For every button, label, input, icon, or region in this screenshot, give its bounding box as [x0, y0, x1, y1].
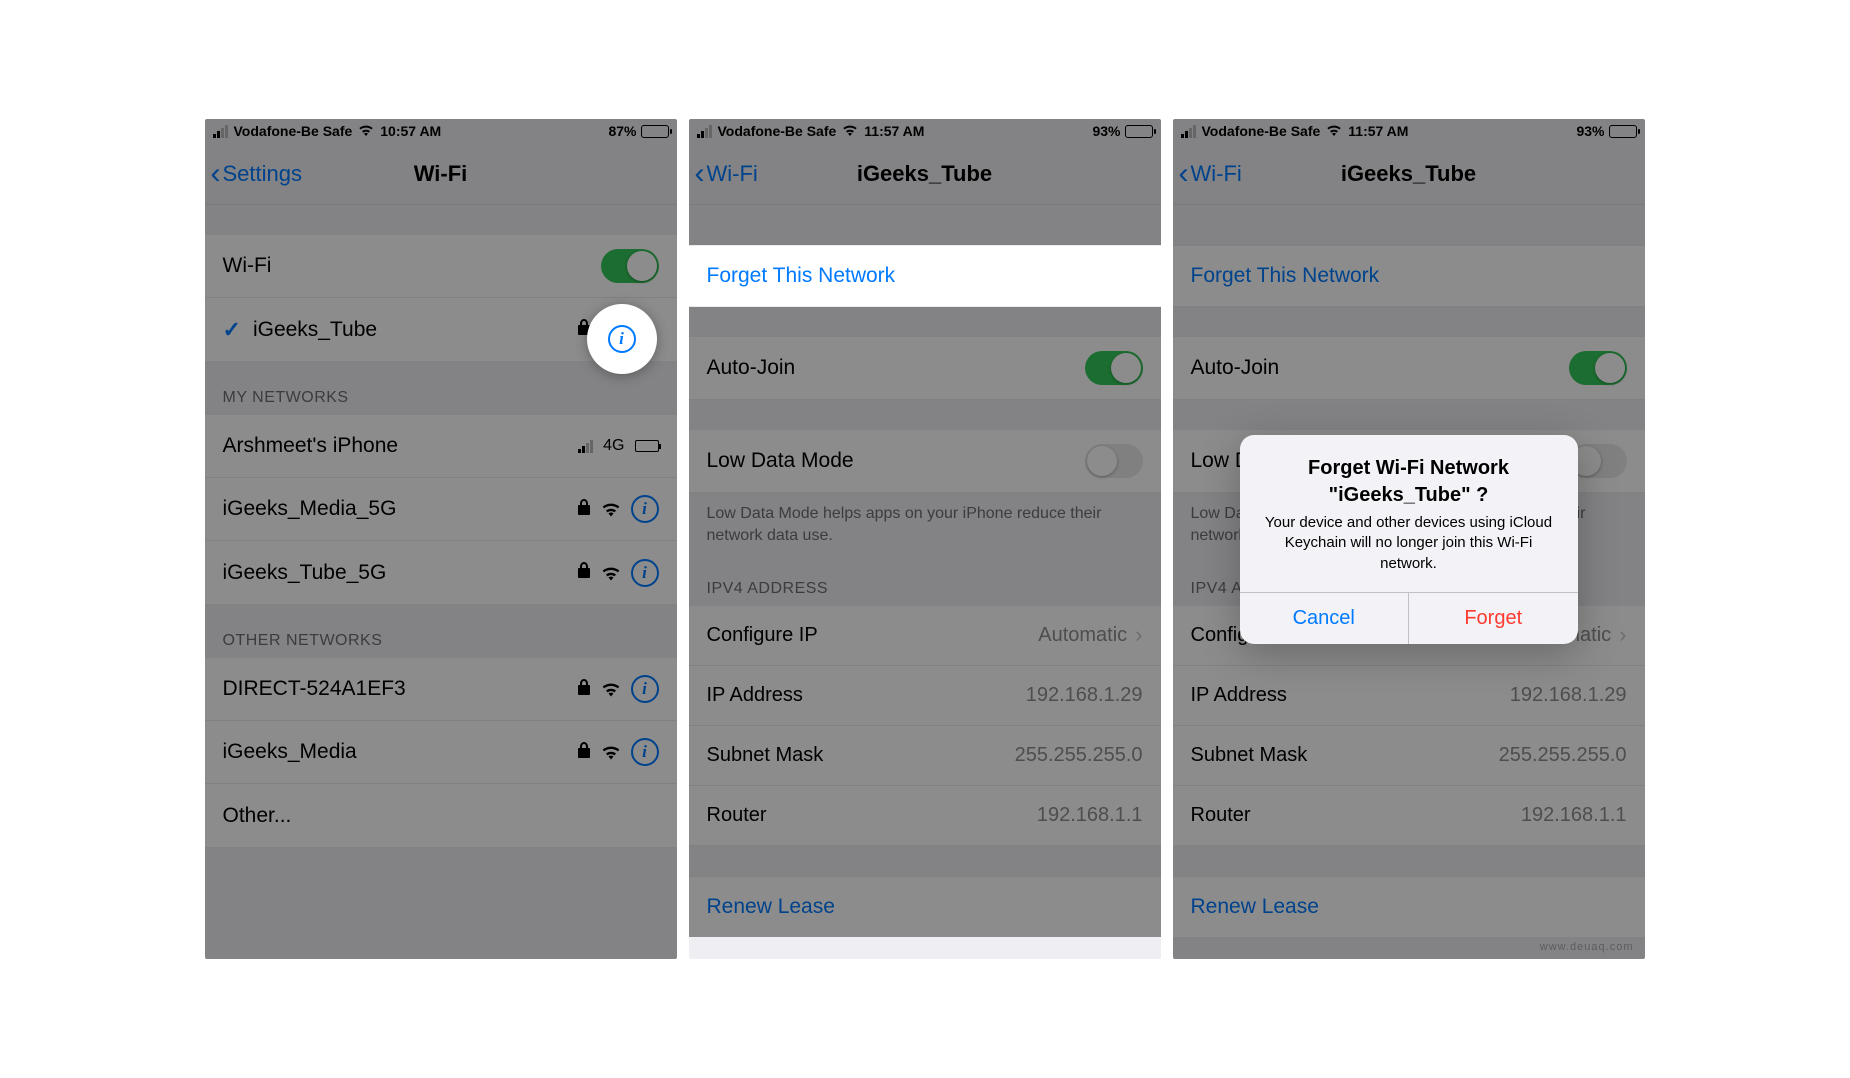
signal-icon	[1181, 125, 1196, 138]
auto-join-toggle[interactable]	[1569, 351, 1627, 385]
ip-address-row: IP Address 192.168.1.29	[1173, 666, 1645, 726]
wifi-icon	[601, 742, 621, 762]
network-row[interactable]: iGeeks_Tube_5G i	[205, 541, 677, 604]
forget-label: Forget This Network	[1191, 264, 1380, 287]
battery-icon	[1609, 125, 1637, 138]
battery-icon	[641, 125, 669, 138]
network-name: DIRECT-524A1EF3	[223, 677, 577, 701]
info-icon: i	[608, 325, 636, 353]
hotspot-battery-icon	[635, 440, 659, 452]
lock-icon	[577, 499, 591, 520]
watermark: www.deuaq.com	[1540, 941, 1634, 953]
nav-header: ‹ Wi-Fi iGeeks_Tube	[1173, 143, 1645, 205]
renew-label: Renew Lease	[1191, 895, 1319, 918]
forget-label: Forget This Network	[707, 264, 896, 287]
info-icon[interactable]: i	[631, 559, 659, 587]
row-value: 192.168.1.1	[1521, 804, 1627, 827]
lock-icon	[577, 679, 591, 700]
network-name: iGeeks_Tube_5G	[223, 561, 577, 585]
page-title: iGeeks_Tube	[1183, 161, 1635, 187]
screen-network-details: Vodafone-Be Safe 11:57 AM 93% ‹ Wi-Fi iG…	[689, 119, 1161, 959]
router-row: Router 192.168.1.1	[1173, 786, 1645, 846]
other-network-row[interactable]: Other...	[205, 784, 677, 847]
nav-header: ‹ Settings Wi-Fi	[205, 143, 677, 205]
back-button[interactable]: ‹ Wi-Fi	[1179, 159, 1242, 189]
status-bar: Vodafone-Be Safe 11:57 AM 93%	[1173, 119, 1645, 143]
time-label: 11:57 AM	[1348, 123, 1408, 139]
wifi-icon	[601, 679, 621, 699]
row-key: Subnet Mask	[1191, 744, 1499, 767]
auto-join-label: Auto-Join	[1191, 356, 1569, 380]
info-icon[interactable]: i	[631, 738, 659, 766]
info-button-highlight[interactable]: i	[587, 304, 657, 374]
signal-icon	[213, 125, 228, 138]
lock-icon	[577, 562, 591, 583]
wifi-toggle-row: Wi-Fi	[205, 235, 677, 298]
other-label: Other...	[223, 804, 659, 828]
alert-title: Forget Wi-Fi Network "iGeeks_Tube" ?	[1258, 455, 1560, 509]
wifi-icon	[601, 499, 621, 519]
checkmark-icon: ✓	[223, 317, 241, 343]
back-button[interactable]: ‹ Settings	[211, 159, 303, 189]
chevron-left-icon: ‹	[211, 159, 221, 189]
carrier-label: Vodafone-Be Safe	[234, 123, 353, 139]
wifi-status-icon	[358, 123, 374, 140]
subnet-mask-row: Subnet Mask 255.255.255.0	[1173, 726, 1645, 786]
chevron-right-icon: ›	[1619, 622, 1626, 648]
forget-button[interactable]: Forget	[1408, 593, 1578, 644]
screen-wifi-list: Vodafone-Be Safe 10:57 AM 87% ‹ Settings…	[205, 119, 677, 959]
row-value: 255.255.255.0	[1499, 744, 1627, 767]
network-row[interactable]: iGeeks_Media i	[205, 721, 677, 784]
forget-network-button[interactable]: Forget This Network	[689, 245, 1161, 307]
network-name: iGeeks_Media	[223, 740, 577, 764]
section-header-other-networks: OTHER NETWORKS	[205, 604, 677, 658]
chevron-left-icon: ‹	[1179, 159, 1189, 189]
wifi-label: Wi-Fi	[223, 254, 601, 278]
renew-lease-button[interactable]: Renew Lease	[1173, 876, 1645, 937]
network-name: iGeeks_Media_5G	[223, 497, 577, 521]
time-label: 10:57 AM	[380, 123, 441, 139]
row-key: IP Address	[1191, 684, 1510, 707]
screen-forget-confirm: Vodafone-Be Safe 11:57 AM 93% ‹ Wi-Fi iG…	[1173, 119, 1645, 959]
cellular-type: 4G	[603, 437, 624, 455]
auto-join-row: Auto-Join	[1173, 337, 1645, 400]
network-name: iGeeks_Tube	[253, 318, 577, 342]
network-row[interactable]: Arshmeet's iPhone 4G	[205, 415, 677, 478]
wifi-icon	[601, 563, 621, 583]
wifi-toggle[interactable]	[601, 249, 659, 283]
back-label: Settings	[223, 161, 303, 187]
signal-icon	[578, 440, 593, 453]
info-icon[interactable]: i	[631, 675, 659, 703]
network-name: Arshmeet's iPhone	[223, 434, 579, 458]
back-label: Wi-Fi	[1191, 161, 1242, 187]
row-value: 192.168.1.29	[1510, 684, 1627, 707]
forget-alert: Forget Wi-Fi Network "iGeeks_Tube" ? You…	[1240, 435, 1578, 644]
alert-message: Your device and other devices using iClo…	[1258, 513, 1560, 574]
row-key: Router	[1191, 804, 1521, 827]
battery-percent: 93%	[1576, 123, 1604, 139]
battery-percent: 87%	[608, 123, 636, 139]
carrier-label: Vodafone-Be Safe	[1202, 123, 1321, 139]
wifi-status-icon	[1326, 123, 1342, 140]
lock-icon	[577, 742, 591, 763]
network-row[interactable]: iGeeks_Media_5G i	[205, 478, 677, 541]
network-row[interactable]: DIRECT-524A1EF3 i	[205, 658, 677, 721]
status-bar: Vodafone-Be Safe 10:57 AM 87%	[205, 119, 677, 143]
forget-network-button[interactable]: Forget This Network	[1173, 245, 1645, 307]
info-icon[interactable]: i	[631, 495, 659, 523]
cancel-button[interactable]: Cancel	[1240, 593, 1409, 644]
